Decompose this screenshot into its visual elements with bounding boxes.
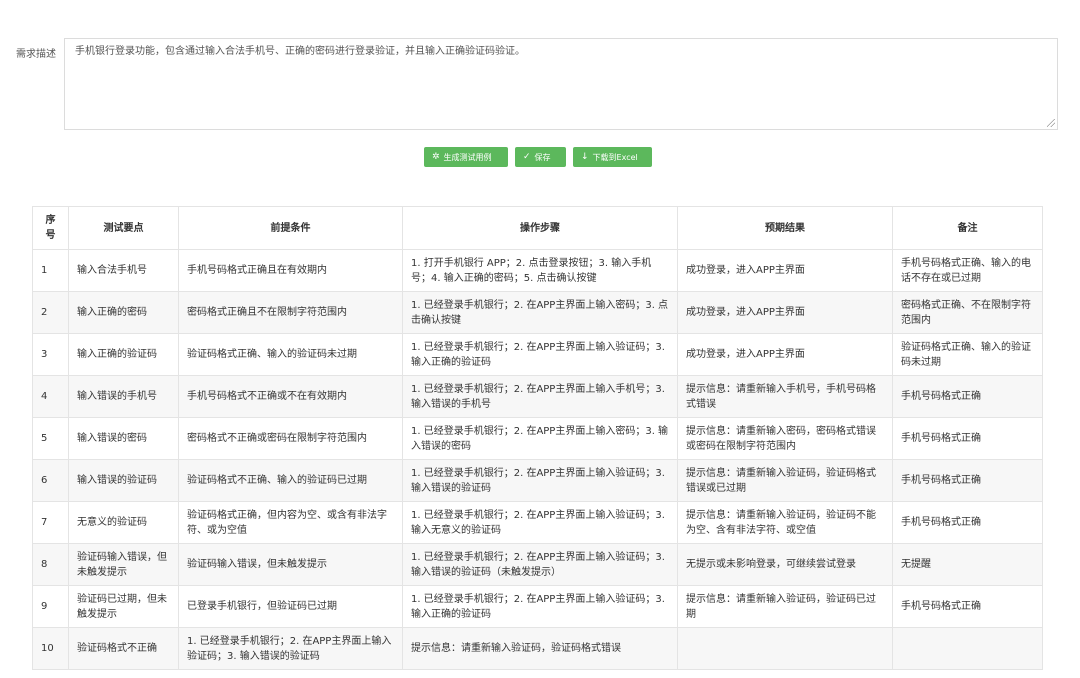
- requirement-label: 需求描述: [16, 49, 56, 60]
- download-arrow-icon: ↓: [581, 152, 589, 162]
- resize-grip-icon[interactable]: [1047, 119, 1055, 127]
- cell-steps: 1. 已经登录手机银行；2. 在APP主界面上输入密码；3. 点击确认按键: [402, 291, 678, 334]
- save-button[interactable]: ✓ 保存: [515, 147, 566, 167]
- generate-testcase-label: 生成测试用例: [443, 152, 492, 162]
- table-row: 9 验证码已过期，但未触发提示 已登录手机银行，但验证码已过期 1. 已经登录手机银行…: [32, 585, 1043, 628]
- cell-precondition: 1. 已经登录手机银行；2. 在APP主界面上输入验证码；3. 输入错误的验证码: [178, 627, 403, 670]
- cell-steps: 1. 已经登录手机银行；2. 在APP主界面上输入验证码；3. 输入无意义的验证…: [402, 501, 678, 544]
- cell-test-point: 输入正确的密码: [68, 291, 179, 334]
- cell-test-point: 验证码输入错误，但未触发提示: [68, 543, 179, 586]
- cell-remarks: 手机号码格式正确: [892, 585, 1043, 628]
- cell-remarks: 手机号码格式正确: [892, 417, 1043, 460]
- download-excel-button[interactable]: ↓ 下载到Excel: [573, 147, 652, 167]
- cell-test-point: 输入正确的验证码: [68, 333, 179, 376]
- cell-remarks: 密码格式正确、不在限制字符范围内: [892, 291, 1043, 334]
- cell-steps: 1. 已经登录手机银行；2. 在APP主界面上输入验证码；3. 输入正确的验证码: [402, 585, 678, 628]
- cell-test-point: 验证码已过期，但未触发提示: [68, 585, 179, 628]
- cell-expected: 提示信息：请重新输入密码，密码格式错误或密码在限制字符范围内: [677, 417, 893, 460]
- cell-precondition: 密码格式正确且不在限制字符范围内: [178, 291, 403, 334]
- cell-precondition: 验证码格式正确，但内容为空、或含有非法字符、或为空值: [178, 501, 403, 544]
- cell-expected: 成功登录，进入APP主界面: [677, 249, 893, 292]
- cell-index: 1: [32, 249, 69, 292]
- cell-test-point: 验证码格式不正确: [68, 627, 179, 670]
- cell-steps: 1. 已经登录手机银行；2. 在APP主界面上输入验证码；3. 输入错误的验证码: [402, 459, 678, 502]
- cell-index: 3: [32, 333, 69, 376]
- cell-steps: 1. 已经登录手机银行；2. 在APP主界面上输入密码；3. 输入错误的密码: [402, 417, 678, 460]
- header-remarks: 备注: [892, 206, 1043, 250]
- cell-index: 9: [32, 585, 69, 628]
- cell-precondition: 验证码格式正确、输入的验证码未过期: [178, 333, 403, 376]
- cell-test-point: 输入错误的密码: [68, 417, 179, 460]
- table-row: 10 验证码格式不正确 1. 已经登录手机银行；2. 在APP主界面上输入验证码；3…: [32, 627, 1043, 670]
- cell-expected: 无提示或未影响登录，可继续尝试登录: [677, 543, 893, 586]
- table-row: 6 输入错误的验证码 验证码格式不正确、输入的验证码已过期 1. 已经登录手机银行；2…: [32, 459, 1043, 502]
- cell-precondition: 手机号码格式不正确或不在有效期内: [178, 375, 403, 418]
- header-expected: 预期结果: [677, 206, 893, 250]
- check-icon: ✓: [523, 152, 531, 162]
- cell-precondition: 已登录手机银行，但验证码已过期: [178, 585, 403, 628]
- cell-index: 6: [32, 459, 69, 502]
- header-steps: 操作步骤: [402, 206, 678, 250]
- requirement-textarea[interactable]: 手机银行登录功能，包含通过输入合法手机号、正确的密码进行登录验证，并且输入正确验…: [64, 38, 1058, 130]
- table-row: 1 输入合法手机号 手机号码格式正确且在有效期内 1. 打开手机银行 APP；2. 点…: [32, 249, 1043, 292]
- cell-remarks: 手机号码格式正确: [892, 459, 1043, 502]
- cell-index: 4: [32, 375, 69, 418]
- cell-expected: 提示信息：请重新输入验证码，验证码不能为空、含有非法字符、或空值: [677, 501, 893, 544]
- cell-remarks: 手机号码格式正确: [892, 501, 1043, 544]
- cell-steps: 1. 已经登录手机银行；2. 在APP主界面上输入验证码；3. 输入错误的验证码…: [402, 543, 678, 586]
- cell-test-point: 输入错误的手机号: [68, 375, 179, 418]
- table-header-row: 序号 测试要点 前提条件 操作步骤 预期结果 备注: [32, 206, 1043, 250]
- cell-precondition: 手机号码格式正确且在有效期内: [178, 249, 403, 292]
- download-excel-label: 下载到Excel: [592, 152, 638, 162]
- cell-remarks: [892, 627, 1043, 670]
- cell-expected: 提示信息：请重新输入验证码，验证码已过期: [677, 585, 893, 628]
- cell-expected: [677, 627, 893, 670]
- cell-precondition: 验证码格式不正确、输入的验证码已过期: [178, 459, 403, 502]
- header-test-point: 测试要点: [68, 206, 179, 250]
- header-index: 序号: [32, 206, 69, 250]
- cell-expected: 提示信息：请重新输入手机号，手机号码格式错误: [677, 375, 893, 418]
- save-label: 保存: [534, 152, 551, 162]
- generate-testcase-button[interactable]: ✲ 生成测试用例: [424, 147, 508, 167]
- cell-remarks: 手机号码格式正确、输入的电话不存在或已过期: [892, 249, 1043, 292]
- cell-remarks: 手机号码格式正确: [892, 375, 1043, 418]
- table-row: 4 输入错误的手机号 手机号码格式不正确或不在有效期内 1. 已经登录手机银行；2. …: [32, 375, 1043, 418]
- cell-steps: 提示信息：请重新输入验证码，验证码格式错误: [402, 627, 678, 670]
- cell-steps: 1. 打开手机银行 APP；2. 点击登录按钮；3. 输入手机号；4. 输入正确…: [402, 249, 678, 292]
- cell-index: 5: [32, 417, 69, 460]
- action-button-row: ✲ 生成测试用例 ✓ 保存 ↓ 下载到Excel: [424, 147, 652, 167]
- cell-precondition: 验证码输入错误，但未触发提示: [178, 543, 403, 586]
- requirement-text: 手机银行登录功能，包含通过输入合法手机号、正确的密码进行登录验证，并且输入正确验…: [75, 46, 525, 57]
- table-row: 7 无意义的验证码 验证码格式正确，但内容为空、或含有非法字符、或为空值 1. 已经登…: [32, 501, 1043, 544]
- cell-expected: 提示信息：请重新输入验证码，验证码格式错误或已过期: [677, 459, 893, 502]
- cell-precondition: 密码格式不正确或密码在限制字符范围内: [178, 417, 403, 460]
- cell-remarks: 无提醒: [892, 543, 1043, 586]
- cell-index: 7: [32, 501, 69, 544]
- cell-test-point: 输入合法手机号: [68, 249, 179, 292]
- cell-index: 8: [32, 543, 69, 586]
- table-row: 8 验证码输入错误，但未触发提示 验证码输入错误，但未触发提示 1. 已经登录手机银行…: [32, 543, 1043, 586]
- header-precondition: 前提条件: [178, 206, 403, 250]
- cell-steps: 1. 已经登录手机银行；2. 在APP主界面上输入验证码；3. 输入正确的验证码: [402, 333, 678, 376]
- cell-index: 2: [32, 291, 69, 334]
- table-row: 3 输入正确的验证码 验证码格式正确、输入的验证码未过期 1. 已经登录手机银行；2.…: [32, 333, 1043, 376]
- testcase-table: 序号 测试要点 前提条件 操作步骤 预期结果 备注 1 输入合法手机号 手机号码格式…: [32, 206, 1043, 670]
- cell-test-point: 无意义的验证码: [68, 501, 179, 544]
- cell-expected: 成功登录，进入APP主界面: [677, 333, 893, 376]
- cell-test-point: 输入错误的验证码: [68, 459, 179, 502]
- cell-steps: 1. 已经登录手机银行；2. 在APP主界面上输入手机号；3. 输入错误的手机号: [402, 375, 678, 418]
- sparkle-icon: ✲: [432, 152, 440, 162]
- cell-expected: 成功登录，进入APP主界面: [677, 291, 893, 334]
- table-row: 5 输入错误的密码 密码格式不正确或密码在限制字符范围内 1. 已经登录手机银行；2.…: [32, 417, 1043, 460]
- table-row: 2 输入正确的密码 密码格式正确且不在限制字符范围内 1. 已经登录手机银行；2. 在…: [32, 291, 1043, 334]
- cell-index: 10: [32, 627, 69, 670]
- cell-remarks: 验证码格式正确、输入的验证码未过期: [892, 333, 1043, 376]
